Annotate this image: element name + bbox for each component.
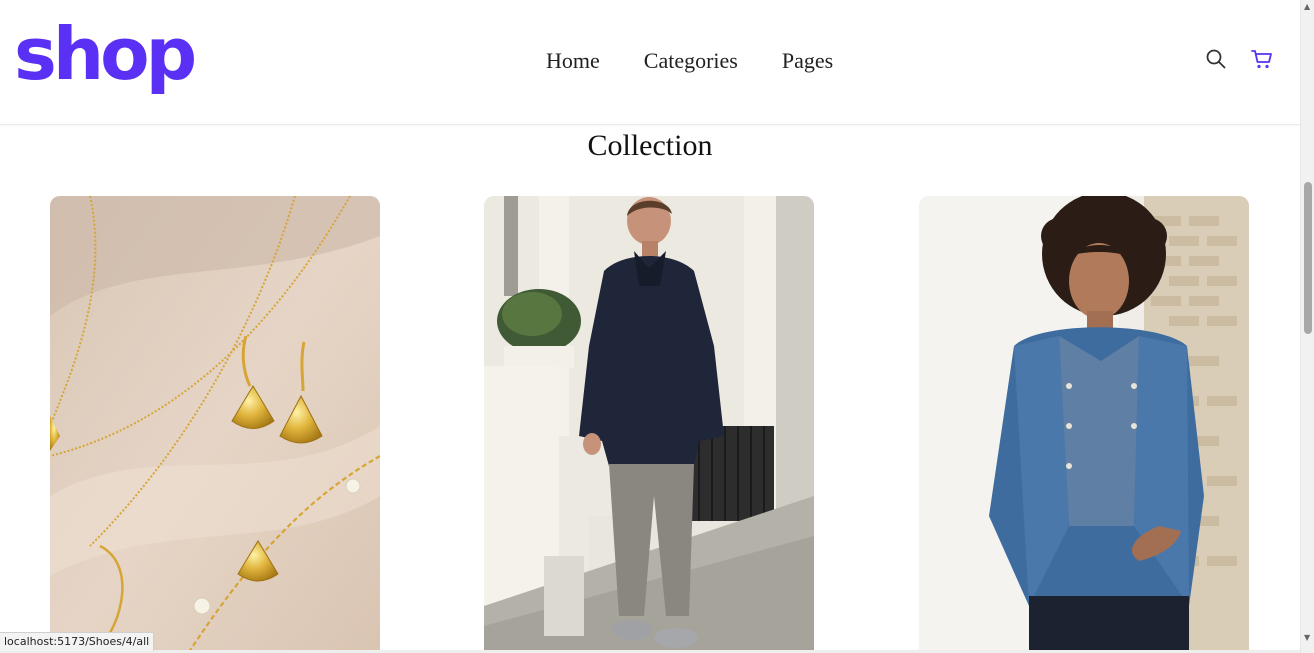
- collection-title: Collection: [587, 129, 713, 162]
- logo-text: shop: [14, 12, 197, 96]
- site-header: shop Home Categories Pages: [0, 0, 1300, 125]
- nav-home[interactable]: Home: [546, 46, 600, 76]
- search-icon[interactable]: [1203, 46, 1229, 72]
- scroll-up-icon[interactable]: ▲: [1304, 3, 1312, 11]
- main-nav: Home Categories Pages: [546, 46, 833, 76]
- menswear-image: [484, 196, 814, 653]
- collection-card-menswear[interactable]: [484, 196, 814, 653]
- status-bar-url: localhost:5173/Shoes/4/all: [0, 632, 155, 651]
- collection-card-jewelry[interactable]: [50, 196, 380, 653]
- collection-card-womenswear[interactable]: [919, 196, 1249, 653]
- scroll-thumb[interactable]: [1304, 182, 1312, 334]
- womenswear-image: [919, 196, 1249, 653]
- nav-categories[interactable]: Categories: [644, 46, 738, 76]
- scroll-down-icon[interactable]: ▼: [1304, 634, 1312, 642]
- page: shop Home Categories Pages Collection: [0, 0, 1300, 653]
- jewelry-image: [50, 196, 380, 653]
- vertical-scrollbar[interactable]: ▲ ▼: [1300, 0, 1314, 653]
- nav-pages[interactable]: Pages: [782, 46, 833, 76]
- logo[interactable]: shop: [14, 4, 197, 104]
- header-actions: [1203, 46, 1275, 72]
- cart-icon[interactable]: [1249, 46, 1275, 72]
